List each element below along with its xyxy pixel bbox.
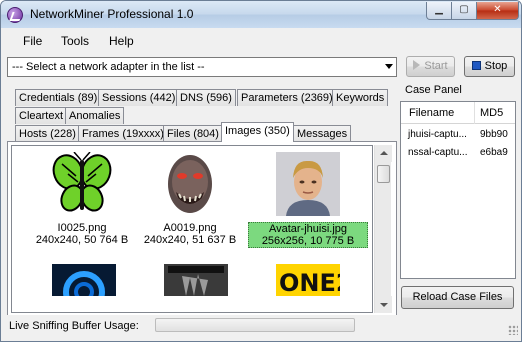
arrow-down-icon: [380, 303, 388, 307]
images-tab-panel: I0025.png 240x240, 50 764 B A0019.png 24…: [7, 141, 397, 316]
scroll-thumb[interactable]: [377, 165, 390, 183]
column-filename[interactable]: Filename: [409, 107, 454, 119]
start-button[interactable]: Start: [406, 56, 455, 77]
image-info: 240x240, 50 764 B: [35, 234, 129, 246]
case-row-filename: nssal-captu...: [408, 147, 468, 158]
stop-button[interactable]: Stop: [464, 56, 515, 77]
status-bar: Live Sniffing Buffer Usage:: [1, 315, 521, 341]
maximize-button[interactable]: ▢: [451, 2, 477, 20]
selected-image-label: Avatar-jhuisi.jpg 256x256, 10 775 B: [248, 222, 368, 248]
column-md5[interactable]: MD5: [480, 107, 503, 119]
game-screenshot-image[interactable]: [164, 264, 228, 296]
adapter-select-value: --- Select a network adapter in the list…: [12, 61, 205, 73]
case-files-list: Filename MD5 jhuisi-captu... 9bb90 nssal…: [400, 101, 516, 279]
image-filename: I0025.png: [57, 222, 107, 234]
title-bar[interactable]: NetworkMiner Professional 1.0 ▁ ▢ ✕: [1, 1, 521, 28]
image-info: 256x256, 10 775 B: [261, 235, 355, 247]
column-divider[interactable]: [474, 102, 475, 124]
butterfly-image: [52, 152, 112, 212]
image-filename: Avatar-jhuisi.jpg: [268, 223, 348, 235]
menu-help[interactable]: Help: [109, 34, 134, 48]
tab-parameters[interactable]: Parameters (2369): [237, 89, 337, 106]
blue-logo-image[interactable]: [52, 264, 116, 296]
tab-credentials[interactable]: Credentials (89): [15, 89, 102, 106]
scroll-down-button[interactable]: [375, 296, 392, 313]
case-panel-title: Case Panel: [405, 84, 462, 96]
case-row-filename: jhuisi-captu...: [408, 129, 467, 140]
network-adapter-select[interactable]: --- Select a network adapter in the list…: [7, 57, 397, 77]
buffer-usage-progress: [155, 318, 355, 332]
images-scrollbar[interactable]: [374, 145, 392, 313]
tab-dns[interactable]: DNS (596): [176, 89, 236, 106]
main-window: NetworkMiner Professional 1.0 ▁ ▢ ✕ File…: [0, 0, 522, 342]
tab-cleartext[interactable]: Cleartext: [15, 107, 68, 124]
networkminer-logo-icon: [7, 7, 23, 23]
case-row-md5: e6ba9: [480, 147, 508, 158]
menu-tools[interactable]: Tools: [61, 34, 89, 48]
case-row-md5: 9bb90: [480, 129, 508, 140]
arrow-up-icon: [380, 151, 388, 155]
tab-hosts[interactable]: Hosts (228): [15, 125, 80, 142]
one2-logo-image[interactable]: ONE2: [276, 264, 340, 296]
buffer-usage-label: Live Sniffing Buffer Usage:: [9, 320, 139, 332]
tab-files[interactable]: Files (804): [163, 125, 223, 142]
minimize-button[interactable]: ▁: [426, 2, 452, 20]
tab-sessions[interactable]: Sessions (442): [98, 89, 180, 106]
monster-face-image: [168, 155, 212, 213]
tab-messages[interactable]: Messages: [293, 125, 352, 142]
images-list: I0025.png 240x240, 50 764 B A0019.png 24…: [11, 145, 373, 313]
stop-icon: [471, 61, 481, 70]
image-info: 240x240, 51 637 B: [143, 234, 237, 246]
menu-bar: File Tools Help: [1, 29, 521, 53]
avatar-face-image: [276, 152, 340, 216]
case-list-header: Filename MD5: [401, 102, 515, 124]
tab-frames[interactable]: Frames (19xxxx): [78, 125, 168, 142]
image-filename: A0019.png: [163, 222, 217, 234]
one2-logo-text: ONE2: [279, 269, 340, 296]
menu-file[interactable]: File: [23, 34, 42, 48]
tab-images[interactable]: Images (350): [221, 122, 294, 142]
reload-case-files-button[interactable]: Reload Case Files: [401, 286, 514, 309]
scroll-up-button[interactable]: [375, 145, 392, 162]
start-button-label: Start: [424, 60, 448, 72]
stop-button-label: Stop: [484, 60, 508, 72]
resize-grip-icon[interactable]: [508, 325, 518, 335]
play-icon: [413, 60, 421, 70]
tab-anomalies[interactable]: Anomalies: [65, 107, 125, 124]
chevron-down-icon[interactable]: [385, 64, 393, 69]
tab-keywords[interactable]: Keywords: [332, 89, 389, 106]
close-button[interactable]: ✕: [476, 2, 519, 20]
window-title: NetworkMiner Professional 1.0: [30, 7, 194, 21]
